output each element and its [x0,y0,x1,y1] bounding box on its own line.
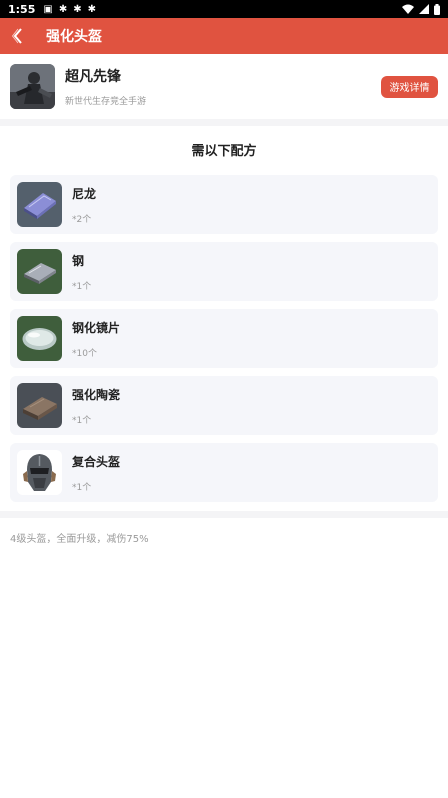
back-button[interactable] [0,18,36,54]
section-divider [0,119,448,126]
item-quantity: *1个 [72,281,92,292]
list-item[interactable]: 尼龙 *2个 [10,175,438,234]
item-quantity: *2个 [72,214,92,225]
app-notification-icon: ✱ [73,3,82,15]
recipe-list: 尼龙 *2个 钢 *1个 钢化镜片 *10个 强化陶瓷 *1个 复合头盔 *1个 [10,175,438,510]
battery-icon [434,3,440,15]
game-detail-button[interactable]: 游戏详情 [381,75,438,98]
item-quantity: *10个 [72,348,97,359]
signal-icon [419,4,429,14]
app-bar: 强化头盔 [0,18,448,54]
status-bar: 1:55 ▣ ✱ ✱ ✱ [0,0,448,18]
list-item[interactable]: 复合头盔 *1个 [10,443,438,502]
game-thumbnail [10,64,55,109]
item-name: 强化陶瓷 [72,387,121,402]
chevron-left-icon [12,28,22,44]
wifi-icon [402,4,414,14]
steel-icon [17,249,62,294]
item-quantity: *1个 [72,415,92,426]
app-notification-icon: ✱ [58,3,68,15]
notification-icon: ▣ [43,3,53,15]
status-time: 1:55 [8,2,36,16]
list-item[interactable]: 钢 *1个 [10,242,438,301]
nylon-icon [17,182,62,227]
item-name: 钢化镜片 [72,320,121,335]
game-name: 超凡先锋 [65,69,121,85]
item-quantity: *1个 [72,482,92,493]
section-divider [0,511,448,518]
list-item[interactable]: 强化陶瓷 *1个 [10,376,438,435]
reinforced-ceramic-icon [17,383,62,428]
item-description: 4级头盔，全面升级，减伤75% [10,534,149,545]
app-notification-icon: ✱ [87,3,96,15]
item-name: 复合头盔 [72,454,121,469]
item-name: 钢 [72,253,85,268]
item-name: 尼龙 [72,186,97,201]
list-item[interactable]: 钢化镜片 *10个 [10,309,438,368]
game-card[interactable]: 超凡先锋 新世代生存竞全手游 游戏详情 [0,54,448,119]
page-title: 强化头盔 [46,29,102,45]
recipe-title: 需以下配方 [191,144,257,159]
tempered-lens-icon [17,316,62,361]
composite-helmet-icon [17,450,62,495]
game-subtitle: 新世代生存竞全手游 [65,97,147,107]
